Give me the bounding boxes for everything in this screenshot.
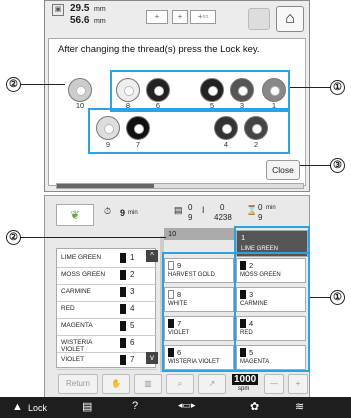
color-current: 0	[188, 203, 193, 212]
height-unit: mm	[94, 18, 106, 25]
callout-1-bottom: ①	[330, 290, 345, 305]
remaining-sub: 9	[258, 213, 263, 222]
thread-order-list: LIME GREEN 1 MOSS GREEN 2 CARMINE 3 RED 4 MAGENT…	[56, 248, 157, 370]
color-total: 9	[188, 213, 193, 222]
callout-2-top: ②	[6, 77, 21, 92]
split-button[interactable]: ▥	[134, 374, 162, 394]
thread-name: MOSS GREEN	[61, 271, 106, 278]
thread-name: VIOLET	[61, 356, 85, 363]
thread-icon: ▤	[174, 205, 183, 215]
color-swatch	[120, 355, 126, 365]
width-unit: mm	[94, 6, 106, 13]
callout-3: ③	[330, 158, 345, 173]
callout-line	[290, 87, 330, 88]
stitch-total: 4238	[214, 213, 232, 222]
time-value: 9	[120, 208, 126, 218]
callout-line	[21, 84, 65, 85]
pattern-icon: ❦	[69, 208, 81, 222]
color-swatch	[120, 338, 126, 348]
edit-button[interactable]	[248, 8, 270, 30]
height-value: 56.6	[70, 15, 90, 26]
thread-name: MAGENTA	[61, 322, 93, 329]
speed-minus-button[interactable]: —	[264, 374, 284, 394]
thread-number: 5	[130, 321, 135, 330]
width-value: 29.5	[70, 3, 90, 14]
needle-jump-icon: ↗	[208, 379, 216, 388]
spool-group-highlight-top	[110, 70, 290, 112]
home-button[interactable]: ⌂	[276, 6, 304, 32]
callout-line	[21, 237, 166, 238]
hand-icon: ✋	[111, 379, 121, 388]
thread-number: 6	[130, 338, 135, 347]
split-icon: ▥	[144, 379, 152, 388]
size-icon: ▣	[52, 4, 64, 16]
frame-move-icon[interactable]: ◂▭▸	[178, 400, 196, 411]
document-icon[interactable]: ▤	[82, 400, 92, 413]
clock-icon: ⏱	[104, 206, 112, 216]
list-item[interactable]: VIOLET 7	[57, 351, 157, 370]
thread-name: LIME GREEN	[61, 254, 102, 261]
size-button-3[interactable]: +▫▫	[190, 10, 216, 24]
spool-number: 10	[75, 101, 85, 110]
thread-number: 7	[130, 355, 135, 364]
warning-icon: ▲	[12, 401, 23, 413]
remaining-value: 0	[258, 203, 263, 212]
stitch-forward-button[interactable]: ↗	[198, 374, 226, 394]
thread-number: 1	[130, 253, 135, 262]
speed-plus-button[interactable]: +	[288, 374, 308, 394]
color-swatch	[120, 321, 126, 331]
lock-button[interactable]: Lock	[28, 403, 47, 413]
speed-value: 1000	[232, 374, 259, 385]
color-swatch	[120, 253, 126, 263]
spool-group-highlight-bottom	[88, 108, 290, 154]
needle-icon: ǀ	[202, 205, 205, 215]
pattern-preview[interactable]: ❦	[56, 204, 94, 226]
progress-fill	[57, 184, 154, 188]
callout-1-top: ①	[330, 80, 345, 95]
callout-line	[310, 297, 330, 298]
thread-number: 2	[130, 270, 135, 279]
thread-number: 4	[130, 304, 135, 313]
thread-spool	[68, 78, 92, 102]
thread-name: CARMINE	[61, 288, 91, 295]
scroll-down-button[interactable]: v	[146, 352, 158, 364]
thread-number: 3	[130, 287, 135, 296]
scroll-up-button[interactable]: ^	[146, 250, 158, 262]
message-text: After changing the thread(s) press the L…	[58, 44, 260, 55]
callout-line	[300, 165, 330, 166]
color-swatch	[120, 287, 126, 297]
thread-grid-highlight	[162, 252, 310, 372]
size-button-1[interactable]: +	[146, 10, 168, 24]
magnify-icon: ⌕	[177, 379, 183, 388]
wifi-icon[interactable]: ≋	[295, 400, 304, 413]
hand-button[interactable]: ✋	[102, 374, 130, 394]
home-icon: ⌂	[285, 10, 295, 27]
close-button[interactable]: Close	[266, 160, 300, 180]
speed-unit: spm	[238, 386, 250, 392]
callout-2-bottom: ②	[6, 230, 21, 245]
size-button-2[interactable]: +	[172, 10, 188, 24]
settings-icon[interactable]: ✿	[250, 400, 259, 413]
color-swatch	[120, 304, 126, 314]
thread-name: RED	[61, 305, 75, 312]
help-icon[interactable]: ?	[132, 400, 138, 412]
hourglass-icon: ⌛	[246, 205, 258, 215]
magnify-button[interactable]: ⌕	[166, 374, 194, 394]
return-button[interactable]: Return	[58, 374, 98, 394]
remaining-unit: min	[266, 205, 276, 211]
time-unit: min	[128, 210, 138, 216]
color-swatch	[120, 270, 126, 280]
stitch-current: 0	[220, 203, 225, 212]
